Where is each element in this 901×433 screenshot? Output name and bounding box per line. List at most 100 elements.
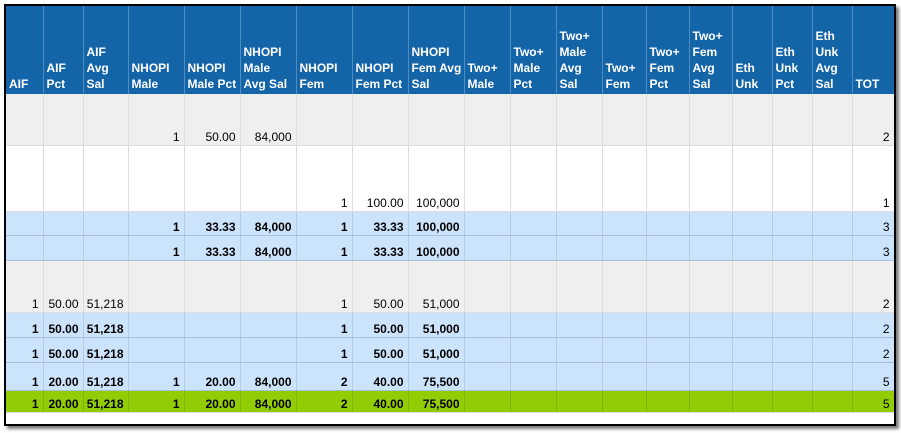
table-cell: 33.33 — [352, 235, 409, 261]
col-header[interactable]: Eth Unk — [732, 6, 773, 94]
table-cell: 1 — [128, 94, 185, 146]
table-cell: 1 — [296, 337, 353, 363]
table-cell: 50.00 — [43, 260, 84, 313]
table-cell — [689, 312, 733, 338]
table-cell: 50.00 — [43, 337, 84, 363]
table-cell — [602, 145, 647, 212]
table-cell — [732, 145, 773, 212]
table-cell: 84,000 — [240, 211, 297, 236]
col-header[interactable]: NHOPI Male Avg Sal — [240, 6, 297, 94]
col-header[interactable]: Eth Unk Avg Sal — [812, 6, 853, 94]
table-row: 1 33.33 84,000 1 33.33 100,000 3 — [6, 211, 894, 236]
table-cell — [83, 211, 129, 236]
table-cell: 33.33 — [184, 211, 241, 236]
table-cell — [812, 260, 853, 313]
col-header[interactable]: Two+ Male Avg Sal — [556, 6, 603, 94]
table-cell: 51,218 — [83, 362, 129, 391]
table-cell: 2 — [852, 94, 894, 146]
table-cell — [602, 260, 647, 313]
table-cell — [772, 94, 813, 146]
table-cell — [732, 390, 773, 413]
table-cell: 51,218 — [83, 337, 129, 363]
header-row: AIF AIF Pct AIF Avg Sal NHOPI Male NHOPI… — [6, 6, 894, 94]
table-cell: 5 — [852, 390, 894, 413]
col-header[interactable]: TOT — [852, 6, 894, 94]
table-cell: 84,000 — [240, 390, 297, 413]
col-header[interactable]: AIF — [6, 6, 44, 94]
table-cell: 84,000 — [240, 94, 297, 146]
table-cell — [352, 94, 409, 146]
table-cell: 1 — [128, 362, 185, 391]
table-cell — [556, 362, 603, 391]
col-header[interactable]: Eth Unk Pct — [772, 6, 813, 94]
table-cell — [602, 211, 647, 236]
table-cell: 50.00 — [352, 337, 409, 363]
table-cell — [556, 235, 603, 261]
table-cell — [772, 211, 813, 236]
col-header[interactable]: AIF Pct — [43, 6, 84, 94]
table-cell: 20.00 — [43, 390, 84, 413]
table-cell — [510, 211, 557, 236]
table-cell: 1 — [6, 312, 44, 338]
table-cell — [646, 337, 690, 363]
table-cell — [689, 145, 733, 212]
table-cell — [128, 312, 185, 338]
table-row: 1 100.00 100,000 1 — [6, 145, 894, 212]
table-cell: 2 — [296, 390, 353, 413]
table-cell: 1 — [852, 145, 894, 212]
table-cell — [812, 337, 853, 363]
table-cell — [556, 260, 603, 313]
table-cell: 1 — [6, 337, 44, 363]
table-cell — [240, 312, 297, 338]
table-cell — [240, 337, 297, 363]
table-cell: 100,000 — [408, 211, 465, 236]
table-cell — [6, 235, 44, 261]
col-header[interactable]: Two+ Fem Avg Sal — [689, 6, 733, 94]
col-header[interactable]: NHOPI Fem Pct — [352, 6, 409, 94]
col-header[interactable]: NHOPI Fem — [296, 6, 353, 94]
table-cell — [772, 260, 813, 313]
table-cell: 5 — [852, 362, 894, 391]
table-cell — [6, 94, 44, 146]
table-cell — [510, 94, 557, 146]
table-cell: 3 — [852, 211, 894, 236]
table-cell — [602, 337, 647, 363]
table-row: 1 20.00 51,218 1 20.00 84,000 2 40.00 75… — [6, 362, 894, 391]
table-cell — [83, 145, 129, 212]
col-header[interactable]: Two+ Male — [464, 6, 511, 94]
col-header[interactable]: Two+ Fem Pct — [646, 6, 690, 94]
salary-ethnicity-table: AIF AIF Pct AIF Avg Sal NHOPI Male NHOPI… — [6, 6, 894, 413]
col-header[interactable]: NHOPI Fem Avg Sal — [408, 6, 465, 94]
col-header[interactable]: NHOPI Male Pct — [184, 6, 241, 94]
table-cell — [646, 211, 690, 236]
table-cell: 51,218 — [83, 390, 129, 413]
table-cell — [689, 260, 733, 313]
table-row: 1 50.00 51,218 1 50.00 51,000 2 — [6, 312, 894, 338]
col-header[interactable]: AIF Avg Sal — [83, 6, 129, 94]
table-cell — [689, 94, 733, 146]
table-row: 1 33.33 84,000 1 33.33 100,000 3 — [6, 235, 894, 261]
table-cell: 1 — [296, 260, 353, 313]
table-cell — [646, 145, 690, 212]
table-cell — [510, 362, 557, 391]
table-row-total: 1 20.00 51,218 1 20.00 84,000 2 40.00 75… — [6, 390, 894, 413]
table-cell — [83, 94, 129, 146]
table-cell — [732, 337, 773, 363]
table-cell — [732, 312, 773, 338]
table-cell — [602, 235, 647, 261]
col-header[interactable]: NHOPI Male — [128, 6, 185, 94]
table-cell — [689, 235, 733, 261]
table-cell: 40.00 — [352, 390, 409, 413]
table-cell — [689, 362, 733, 391]
table-cell — [732, 235, 773, 261]
table-cell — [510, 260, 557, 313]
col-header[interactable]: Two+ Fem — [602, 6, 647, 94]
table-cell — [689, 211, 733, 236]
table-cell — [240, 145, 297, 212]
col-header[interactable]: Two+ Male Pct — [510, 6, 557, 94]
table-cell — [510, 145, 557, 212]
table-cell — [812, 312, 853, 338]
table-cell: 84,000 — [240, 235, 297, 261]
table-cell — [646, 260, 690, 313]
table-cell — [510, 235, 557, 261]
